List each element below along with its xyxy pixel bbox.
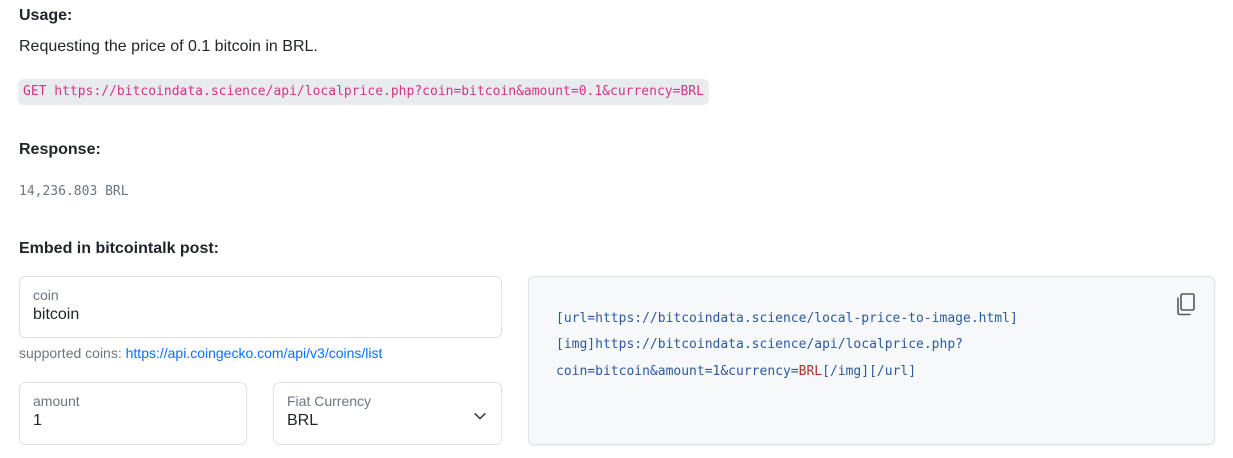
embed-code-line-3-close: [/img][/url]	[822, 364, 917, 379]
response-value: 14,236.803 BRL	[19, 184, 129, 199]
amount-field-value[interactable]: 1	[33, 412, 42, 430]
coin-field-label: coin	[33, 287, 59, 303]
fiat-currency-value: BRL	[287, 412, 319, 429]
embed-code-box: [url=https://bitcoindata.science/local-p…	[528, 276, 1215, 445]
chevron-down-icon	[474, 413, 486, 420]
supported-coins-link[interactable]: https://api.coingecko.com/api/v3/coins/l…	[126, 345, 383, 361]
usage-description: Requesting the price of 0.1 bitcoin in B…	[19, 38, 318, 55]
fiat-currency-label: Fiat Currency	[287, 393, 372, 409]
embed-code-line-3-currency: BRL	[798, 364, 823, 379]
embed-code-line-3: coin=bitcoin&amount=1&currency=BRL[/img]…	[556, 364, 916, 379]
embed-code-line-1: [url=https://bitcoindata.science/local-p…	[556, 311, 1018, 326]
coin-field[interactable]: coin bitcoin	[19, 276, 502, 338]
request-code: GET https://bitcoindata.science/api/loca…	[18, 79, 709, 105]
fiat-currency-select[interactable]: Fiat Currency BRL	[273, 382, 502, 445]
embed-code-line-3-params: coin=bitcoin&amount=1&currency=	[556, 364, 799, 379]
supported-coins-text: supported coins: https://api.coingecko.c…	[19, 345, 382, 361]
coin-field-value[interactable]: bitcoin	[33, 306, 79, 324]
response-heading: Response:	[19, 141, 101, 158]
embed-heading: Embed in bitcointalk post:	[19, 240, 220, 257]
copy-icon[interactable]	[1175, 292, 1197, 316]
usage-heading: Usage:	[19, 7, 73, 24]
embed-code-line-2: [img]https://bitcoindata.science/api/loc…	[556, 337, 963, 352]
supported-coins-prefix: supported coins:	[19, 345, 126, 361]
amount-field-label: amount	[33, 393, 80, 409]
amount-field[interactable]: amount 1	[19, 382, 247, 445]
